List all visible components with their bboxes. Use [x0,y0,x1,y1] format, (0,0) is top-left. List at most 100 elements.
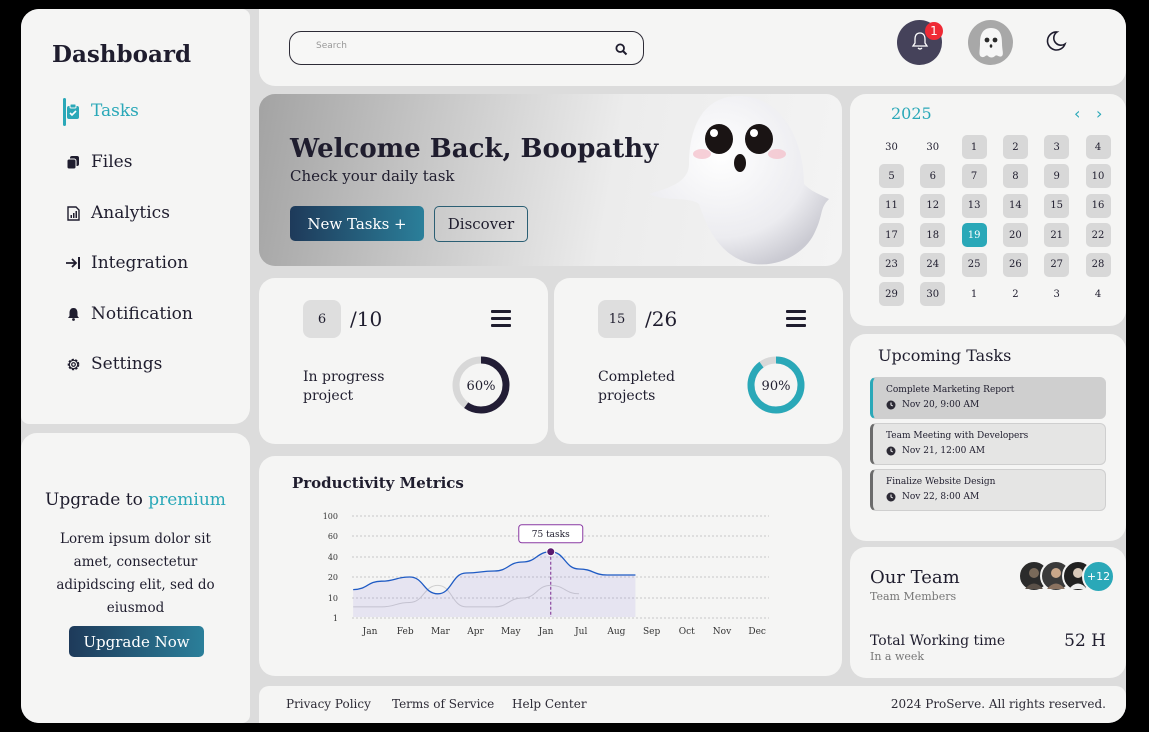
extra-members-badge[interactable]: +12 [1082,560,1115,593]
task-date-text: Nov 21, 12:00 AM [902,446,985,456]
calendar-day[interactable]: 27 [1044,252,1070,277]
calendar-day[interactable]: 14 [1002,193,1028,218]
calendar-day[interactable]: 21 [1044,223,1070,248]
notification-badge: 1 [925,22,943,40]
team-title: Our Team [870,567,960,588]
task-date: Nov 20, 9:00 AM [886,400,979,410]
discover-button[interactable]: Discover [434,206,528,242]
menu-icon[interactable] [491,310,511,331]
sidebar-item-label: Analytics [91,203,170,223]
highlight-point[interactable] [546,547,556,557]
in-progress-card: 6 /10 In progress project 60% [259,278,548,444]
calendar-day[interactable]: 26 [1002,252,1028,277]
calendar-day[interactable]: 20 [1002,223,1028,248]
clock-icon [886,400,896,410]
sidebar: Dashboard Tasks Files Analytics Integrat… [21,9,250,424]
chevron-right-icon[interactable]: › [1096,104,1102,123]
calendar-day[interactable]: 24 [920,252,946,277]
menu-icon[interactable] [786,310,806,331]
task-date-text: Nov 22, 8:00 AM [902,492,980,502]
calendar-day[interactable]: 1 [962,282,987,306]
x-tick-label: Feb [397,627,414,637]
calendar-card: 2025 ‹ › 30 30 1 2 3 4 5 6 7 8 9 10 11 12 13 14 15 16 17 18… [850,94,1126,326]
calendar-day[interactable]: 8 [1002,164,1028,189]
calendar-day[interactable]: 30 [920,135,945,159]
task-title: Finalize Website Design [886,477,996,487]
search-icon[interactable] [615,41,628,60]
help-center-link[interactable]: Help Center [512,697,587,711]
calendar-day[interactable]: 6 [920,164,946,189]
ghost-avatar-icon [979,27,1003,57]
calendar-day[interactable]: 4 [1085,135,1111,159]
calendar-day[interactable]: 11 [879,193,904,218]
sidebar-item-label: Notification [91,304,193,324]
upgrade-description: Lorem ipsum dolor sit amet, consectetur … [56,531,215,616]
calendar-day[interactable]: 22 [1085,223,1111,248]
calendar-day[interactable]: 12 [920,193,946,218]
calendar-day[interactable]: 18 [920,223,946,248]
upgrade-title-prefix: Upgrade to [45,490,143,510]
x-tick-label: Dec [748,627,766,637]
in-progress-count: 6 [303,300,341,338]
calendar-day[interactable]: 15 [1044,193,1070,218]
calendar-day[interactable]: 13 [961,193,987,218]
upgrade-title-highlight: premium [148,490,226,510]
task-item[interactable]: Finalize Website Design Nov 22, 8:00 AM [870,469,1106,511]
task-item[interactable]: Complete Marketing Report Nov 20, 9:00 A… [870,377,1106,419]
task-date-text: Nov 20, 9:00 AM [902,400,980,410]
search-box [289,31,644,65]
chevron-left-icon[interactable]: ‹ [1074,104,1080,123]
calendar-day[interactable]: 10 [1085,164,1111,189]
calendar-day[interactable]: 30 [879,135,904,159]
sidebar-item-label: Integration [91,253,189,273]
calendar-day[interactable]: 3 [1044,282,1069,306]
calendar-day[interactable]: 30 [920,282,946,306]
new-tasks-button[interactable]: New Tasks + [290,206,424,241]
app-title: Dashboard [52,41,192,68]
calendar-day[interactable]: 17 [879,223,904,248]
x-tick-label: Nov [713,627,732,637]
sidebar-item-settings[interactable]: Settings [65,354,162,374]
calendar-day[interactable]: 25 [961,252,987,277]
calendar-day[interactable]: 4 [1086,282,1111,306]
calendar-day[interactable]: 29 [879,282,904,306]
sidebar-item-integration[interactable]: Integration [65,253,188,273]
calendar-day[interactable]: 19 [961,223,987,248]
privacy-policy-link[interactable]: Privacy Policy [286,697,371,711]
upcoming-tasks-card: Upcoming Tasks Complete Marketing Report… [850,334,1126,541]
upgrade-now-button[interactable]: Upgrade Now [69,626,204,657]
calendar-day[interactable]: 28 [1085,252,1111,277]
sidebar-item-tasks[interactable]: Tasks [65,101,139,121]
x-tick-label: Jan [538,627,554,637]
footer: Privacy Policy Terms of Service Help Cen… [259,686,1126,723]
ghost-mascot-image [649,96,829,265]
calendar-day[interactable]: 23 [879,252,904,277]
terms-of-service-link[interactable]: Terms of Service [392,697,494,711]
top-bar: 1 [259,9,1126,86]
files-icon [65,154,81,170]
y-tick-label: 40 [328,553,338,562]
calendar-day[interactable]: 3 [1044,135,1070,159]
calendar-day[interactable]: 2 [1003,282,1028,306]
x-tick-label: May [501,627,522,637]
task-item[interactable]: Team Meeting with Developers Nov 21, 12:… [870,423,1106,465]
sidebar-item-notification[interactable]: Notification [65,304,193,324]
upgrade-card: Upgrade to premium Lorem ipsum dolor sit… [21,433,250,723]
search-input[interactable] [316,41,606,51]
calendar-day[interactable]: 2 [1002,135,1028,159]
calendar-day[interactable]: 9 [1044,164,1070,189]
clock-icon [886,446,896,456]
calendar-day[interactable]: 7 [961,164,987,189]
calendar-day[interactable]: 16 [1085,193,1111,218]
calendar-day[interactable]: 5 [879,164,904,189]
sidebar-item-analytics[interactable]: Analytics [65,203,170,223]
working-time-sub: In a week [870,650,925,663]
x-tick-label: Aug [606,627,625,637]
welcome-subtitle: Check your daily task [290,167,455,185]
moon-icon[interactable] [1045,30,1067,56]
completed-donut: 90% [747,356,805,414]
sidebar-item-files[interactable]: Files [65,152,132,172]
calendar-day[interactable]: 1 [961,135,987,159]
x-tick-label: Oct [679,627,695,637]
user-avatar[interactable] [968,20,1013,65]
